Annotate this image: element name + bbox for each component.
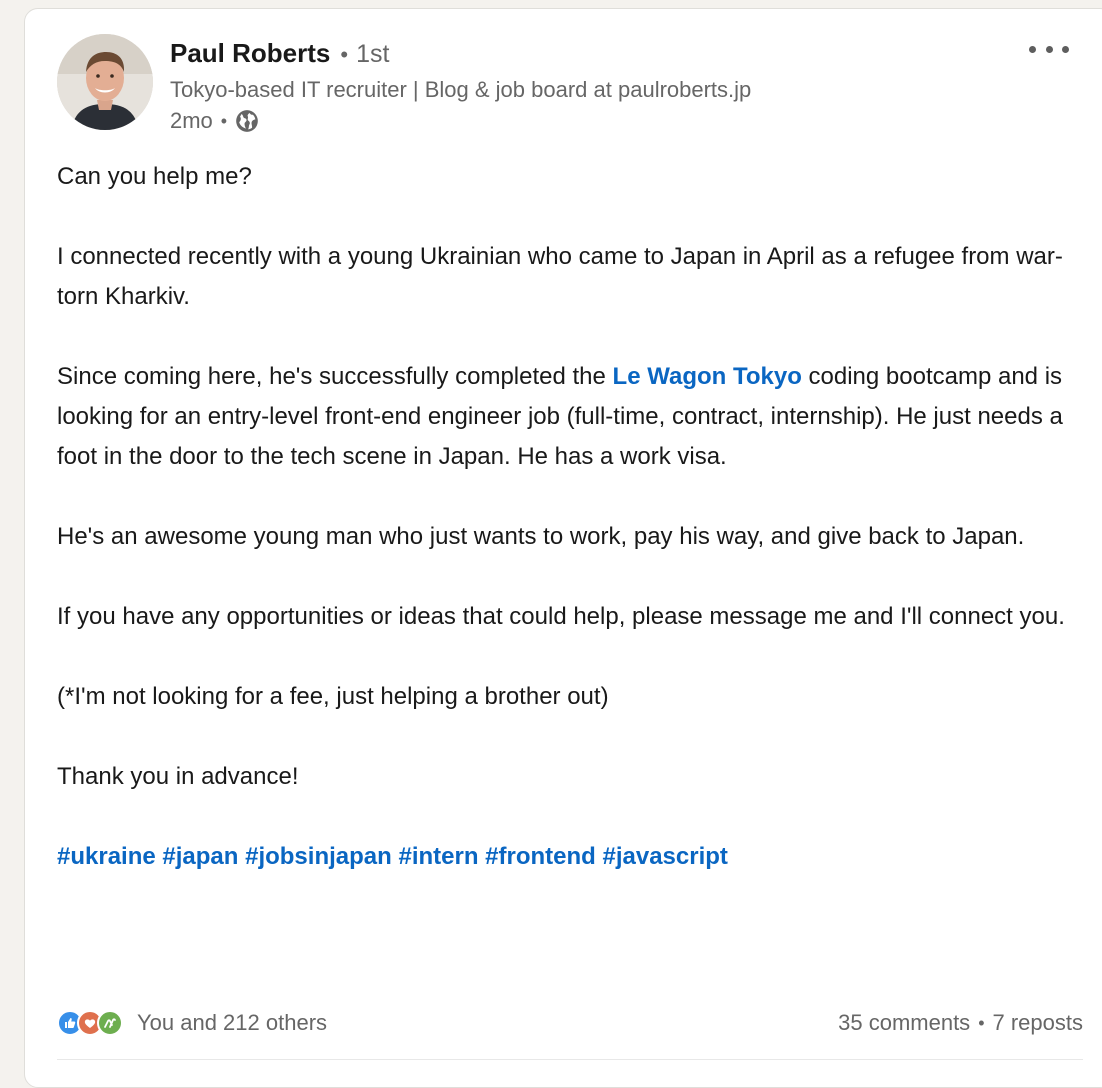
post-card: Paul Roberts • 1st Tokyo-based IT recrui…	[24, 8, 1102, 1088]
hashtag-ukraine[interactable]: #ukraine	[57, 843, 156, 870]
post-paragraph: Since coming here, he's successfully com…	[57, 357, 1087, 477]
engagement-counts: 35 comments • 7 reposts	[838, 1010, 1083, 1036]
social-counts: You and 212 others 35 comments • 7 repos…	[57, 1010, 1083, 1036]
post-paragraph: He's an awesome young man who just wants…	[57, 523, 1025, 550]
post-paragraph: (*I'm not looking for a fee, just helpin…	[57, 683, 609, 710]
author-name[interactable]: Paul Roberts	[170, 38, 330, 69]
separator-dot: •	[340, 42, 349, 67]
post-text: Since coming here, he's successfully com…	[57, 363, 613, 390]
more-dot	[1062, 45, 1069, 53]
hashtag-jobsinjapan[interactable]: #jobsinjapan	[245, 843, 392, 870]
post-time: 2mo	[170, 108, 213, 133]
post-paragraph: I connected recently with a young Ukrain…	[57, 243, 1063, 310]
hashtag-frontend[interactable]: #frontend	[485, 843, 596, 870]
hashtag-japan[interactable]: #japan	[162, 843, 238, 870]
reposts-count[interactable]: 7 reposts	[993, 1010, 1084, 1036]
le-wagon-link[interactable]: Le Wagon Tokyo	[613, 363, 802, 390]
post-paragraph: Thank you in advance!	[57, 763, 299, 790]
post-paragraph: If you have any opportunities or ideas t…	[57, 603, 1065, 630]
divider	[57, 1059, 1083, 1060]
avatar-photo	[57, 34, 153, 130]
author-headline: Tokyo-based IT recruiter | Blog & job bo…	[170, 77, 752, 102]
reactions-summary[interactable]: You and 212 others	[57, 1010, 327, 1036]
author-row: Paul Roberts • 1st	[170, 38, 389, 69]
hashtag-intern[interactable]: #intern	[398, 843, 478, 870]
more-options-button[interactable]	[1029, 37, 1069, 61]
support-icon	[97, 1010, 123, 1036]
globe-icon	[234, 108, 260, 134]
reaction-icons	[57, 1010, 123, 1036]
more-dot	[1029, 45, 1036, 53]
post-paragraph: Can you help me?	[57, 163, 252, 190]
connection-degree: 1st	[356, 40, 390, 68]
separator-dot: •	[978, 1012, 985, 1033]
reactions-count: You and 212 others	[137, 1010, 328, 1035]
separator-dot: •	[220, 110, 228, 131]
post-body: Can you help me? I connected recently wi…	[57, 157, 1087, 877]
post-meta: 2mo •	[170, 108, 260, 134]
hashtag-javascript[interactable]: #javascript	[603, 843, 728, 870]
avatar[interactable]	[57, 34, 153, 130]
comments-count[interactable]: 35 comments	[838, 1010, 970, 1036]
hashtag-list: #ukraine #japan #jobsinjapan #intern #fr…	[57, 837, 1087, 877]
more-dot	[1045, 45, 1053, 53]
